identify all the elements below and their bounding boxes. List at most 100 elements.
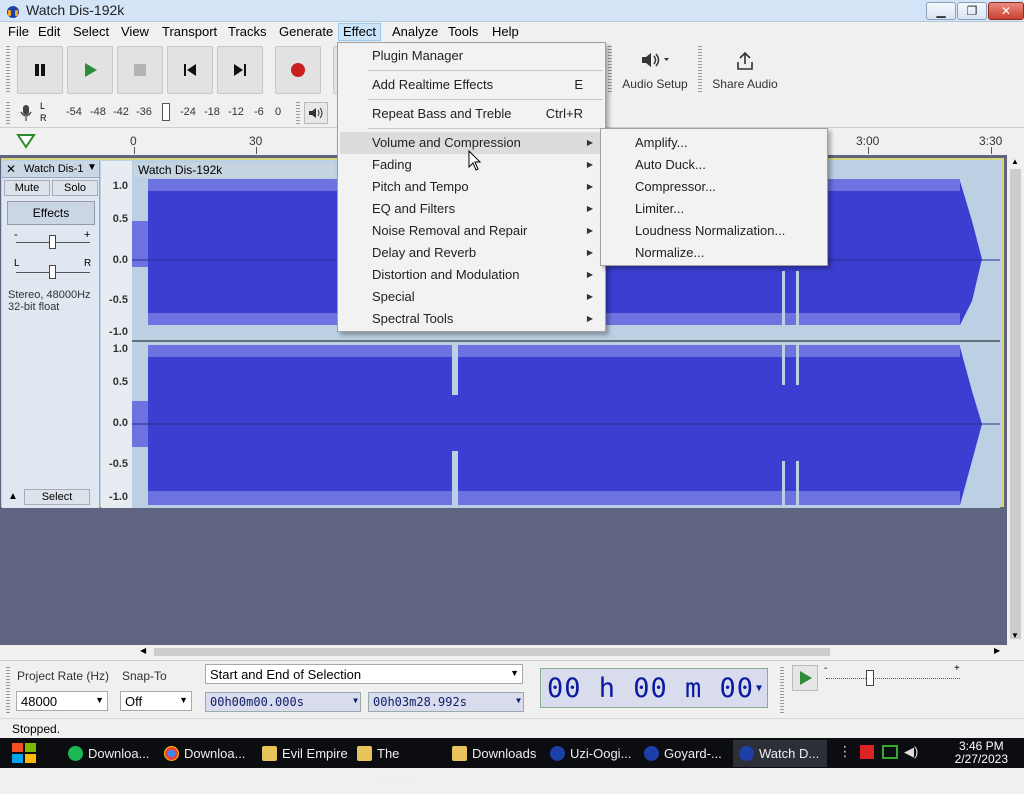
menu-transport[interactable]: Transport [158,23,221,41]
menu-item-delay-and-reverb[interactable]: Delay and Reverb ▶ [340,242,603,264]
meter-gripper-2[interactable] [296,102,300,124]
vertical-scale[interactable]: 1.0 0.5 0.0 -0.5 -1.0 1.0 0.5 0.0 -0.5 -… [101,161,132,508]
folder-icon [452,746,467,761]
gain-slider-thumb[interactable] [49,235,56,249]
meter-gripper[interactable] [6,102,10,124]
minimize-button[interactable]: ▁ [926,2,956,20]
selection-start-time[interactable]: 00h00m00.000s ▼ [205,692,361,712]
taskbar-item-chrome[interactable]: Downloa... [158,740,252,767]
pan-slider-thumb[interactable] [49,265,56,279]
audio-position-display[interactable]: 00 h 00 m 00 s ▼ [540,668,768,744]
taskbar-item-downloads[interactable]: Downloads [446,740,538,767]
selection-gripper[interactable] [6,667,10,713]
menu-item-add-realtime-effects[interactable]: Add Realtime Effects E [340,74,603,96]
system-clock[interactable]: 3:46 PM 2/27/2023 [955,740,1008,766]
selection-mode-select[interactable]: Start and End of Selection ▼ [205,664,523,684]
scroll-up-icon[interactable]: ▲ [1011,157,1019,166]
menu-file[interactable]: File [4,23,33,41]
network-icon[interactable] [882,745,898,759]
clip-title-bar[interactable]: Watch Dis-192k [134,163,334,178]
menu-analyze[interactable]: Analyze [388,23,442,41]
selection-end-time[interactable]: 00h03m28.992s ▼ [368,692,524,712]
skip-to-end-button[interactable] [217,46,263,94]
stop-button[interactable] [117,46,163,94]
menu-help[interactable]: Help [488,23,523,41]
menu-select[interactable]: Select [69,23,113,41]
menu-edit[interactable]: Edit [34,23,64,41]
horizontal-scroll-thumb[interactable] [154,648,830,656]
horizontal-scrollbar[interactable]: ◀ ▶ [140,645,1007,659]
scroll-down-icon[interactable]: ▼ [1011,631,1019,640]
taskbar-item-uzi[interactable]: Uzi-Oogi... [544,740,636,767]
project-rate-label: Project Rate (Hz) [17,669,110,683]
menu-item-noise-removal[interactable]: Noise Removal and Repair ▶ [340,220,603,242]
play-at-speed-button[interactable] [792,665,818,691]
menu-item-distortion-and-modulation[interactable]: Distortion and Modulation ▶ [340,264,603,286]
menu-tracks[interactable]: Tracks [224,23,271,41]
menu-item-spectral-tools[interactable]: Spectral Tools ▶ [340,308,603,330]
effects-button[interactable]: Effects [7,201,95,225]
play-speed-thumb[interactable] [866,670,874,686]
scroll-right-icon[interactable]: ▶ [994,646,1000,655]
submenu-item-limiter[interactable]: Limiter... [603,198,825,220]
submenu-item-compressor[interactable]: Compressor... [603,176,825,198]
submenu-item-normalize[interactable]: Normalize... [603,242,825,264]
track-name[interactable]: Watch Dis-1 [24,163,84,175]
menu-tools[interactable]: Tools [444,23,482,41]
play-icon [800,671,812,685]
select-button[interactable]: Select [24,489,90,505]
taskbar-item-goyard[interactable]: Goyard-... [638,740,730,767]
microphone-icon[interactable] [18,104,34,122]
submenu-item-loudness-normalization[interactable]: Loudness Normalization... [603,220,825,242]
track-close-icon[interactable]: ✕ [6,162,16,176]
scroll-left-icon[interactable]: ◀ [140,646,146,655]
taskbar-item-the-citadel[interactable]: The Citadel [351,740,443,788]
record-button[interactable] [275,46,321,94]
toolbar-gripper[interactable] [6,46,10,94]
toolbar-gripper-3[interactable] [698,46,702,94]
pause-button[interactable] [17,46,63,94]
restore-button[interactable]: ❐ [957,2,987,20]
play-head-icon[interactable] [16,133,36,149]
submenu-item-auto-duck[interactable]: Auto Duck... [603,154,825,176]
share-audio-button[interactable]: Share Audio [706,44,784,98]
submenu-item-amplify[interactable]: Amplify... [603,132,825,154]
audio-setup-button[interactable]: Audio Setup [616,44,694,98]
volume-icon[interactable]: ◀) [904,744,918,760]
menu-view[interactable]: View [117,23,153,41]
mute-button[interactable]: Mute [4,180,50,196]
record-level-thumb[interactable] [162,103,170,121]
menu-item-repeat-bass-treble[interactable]: Repeat Bass and Treble Ctrl+R [340,103,603,125]
vertical-scrollbar[interactable]: ▲ ▼ [1007,155,1024,645]
chevron-down-icon: ▼ [516,696,521,705]
scale-label: -1.0 [109,326,128,338]
menu-item-pitch-and-tempo[interactable]: Pitch and Tempo ▶ [340,176,603,198]
taskbar-item-evil-empire[interactable]: Evil Empire [256,740,348,767]
windows-start-icon[interactable] [8,740,42,766]
toolbar-gripper-2[interactable] [608,46,612,94]
menu-item-plugin-manager[interactable]: Plugin Manager [340,45,603,67]
taskbar-item-spotify[interactable]: Downloa... [62,740,156,767]
close-button[interactable]: ✕ [988,2,1024,20]
scale-label: 0.5 [112,213,128,225]
flag-icon[interactable] [860,745,874,759]
playspeed-gripper[interactable] [780,667,784,713]
taskbar-item-watch-dis[interactable]: Watch D... [733,740,827,767]
track-menu-chevron-icon[interactable]: ▼ [87,162,97,173]
solo-button[interactable]: Solo [52,180,98,196]
meter-tick: -12 [228,106,244,118]
submenu-arrow-icon: ▶ [586,204,593,213]
vertical-scroll-thumb[interactable] [1010,169,1021,639]
play-button[interactable] [67,46,113,94]
playback-meter-button[interactable] [304,102,328,124]
overflow-icon[interactable]: ⋮ [838,743,852,760]
skip-to-start-button[interactable] [167,46,213,94]
menu-item-special[interactable]: Special ▶ [340,286,603,308]
play-speed-track[interactable] [826,678,960,679]
project-rate-select[interactable]: 48000 ▼ [16,691,108,711]
collapse-icon[interactable]: ▲ [8,491,18,502]
menu-effect[interactable]: Effect [338,23,382,41]
snap-to-select[interactable]: Off ▼ [120,691,192,711]
menu-generate[interactable]: Generate [275,23,337,41]
menu-item-eq-and-filters[interactable]: EQ and Filters ▶ [340,198,603,220]
